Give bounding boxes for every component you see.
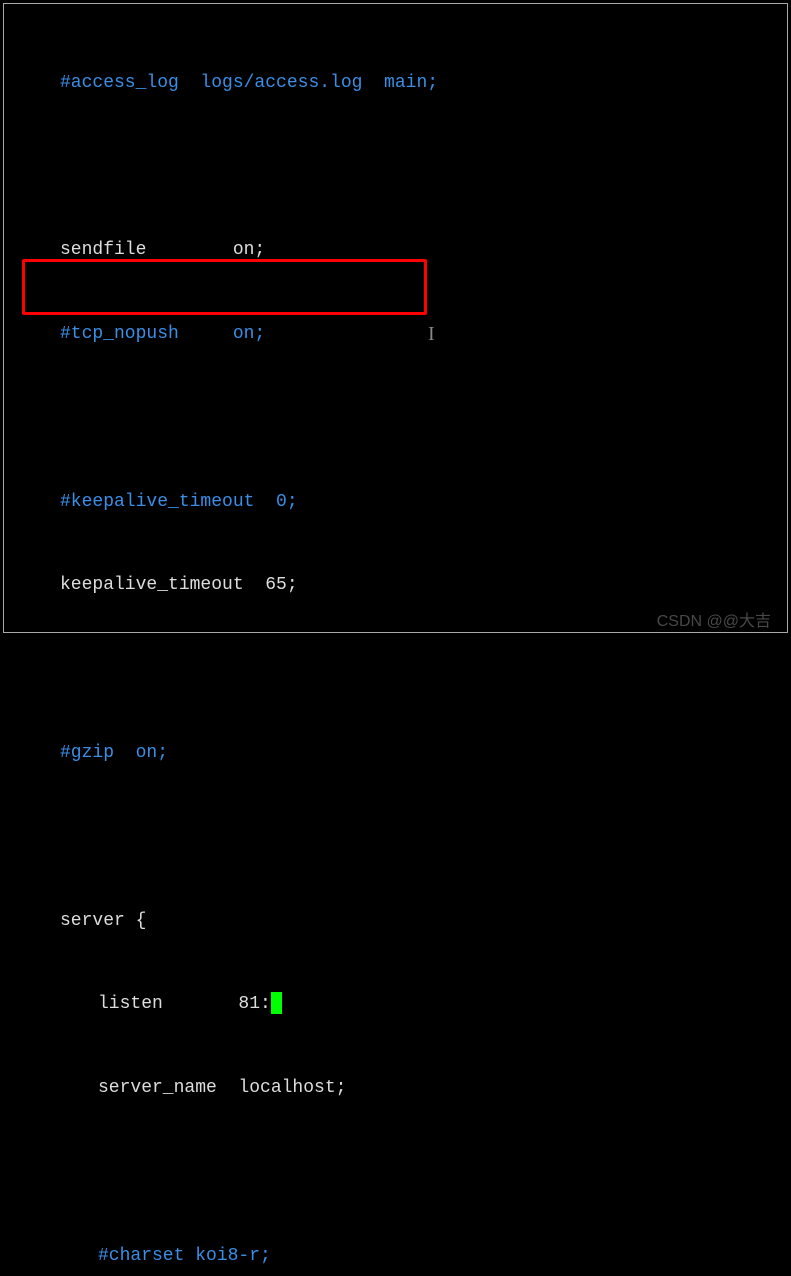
code-line bbox=[4, 1159, 787, 1187]
code-line: #keepalive_timeout 0; bbox=[4, 489, 787, 517]
code-line bbox=[4, 656, 787, 684]
code-line bbox=[4, 154, 787, 182]
code-line: #gzip on; bbox=[4, 740, 787, 768]
code-line: server_name localhost; bbox=[4, 1075, 787, 1103]
code-line-listen: listen 81:; bbox=[4, 991, 787, 1019]
editor-cursor: ; bbox=[271, 992, 282, 1014]
code-line: keepalive_timeout 65; bbox=[4, 572, 787, 600]
code-line: sendfile on; bbox=[4, 237, 787, 265]
code-line bbox=[4, 824, 787, 852]
code-line: #charset koi8-r; bbox=[4, 1243, 787, 1271]
code-line: #tcp_nopush on; bbox=[4, 321, 787, 349]
code-line bbox=[4, 405, 787, 433]
code-text: listen 81: bbox=[98, 994, 271, 1014]
code-line: server { bbox=[4, 908, 787, 936]
code-line: #access_log logs/access.log main; bbox=[4, 70, 787, 98]
code-editor[interactable]: #access_log logs/access.log main; sendfi… bbox=[3, 3, 788, 633]
